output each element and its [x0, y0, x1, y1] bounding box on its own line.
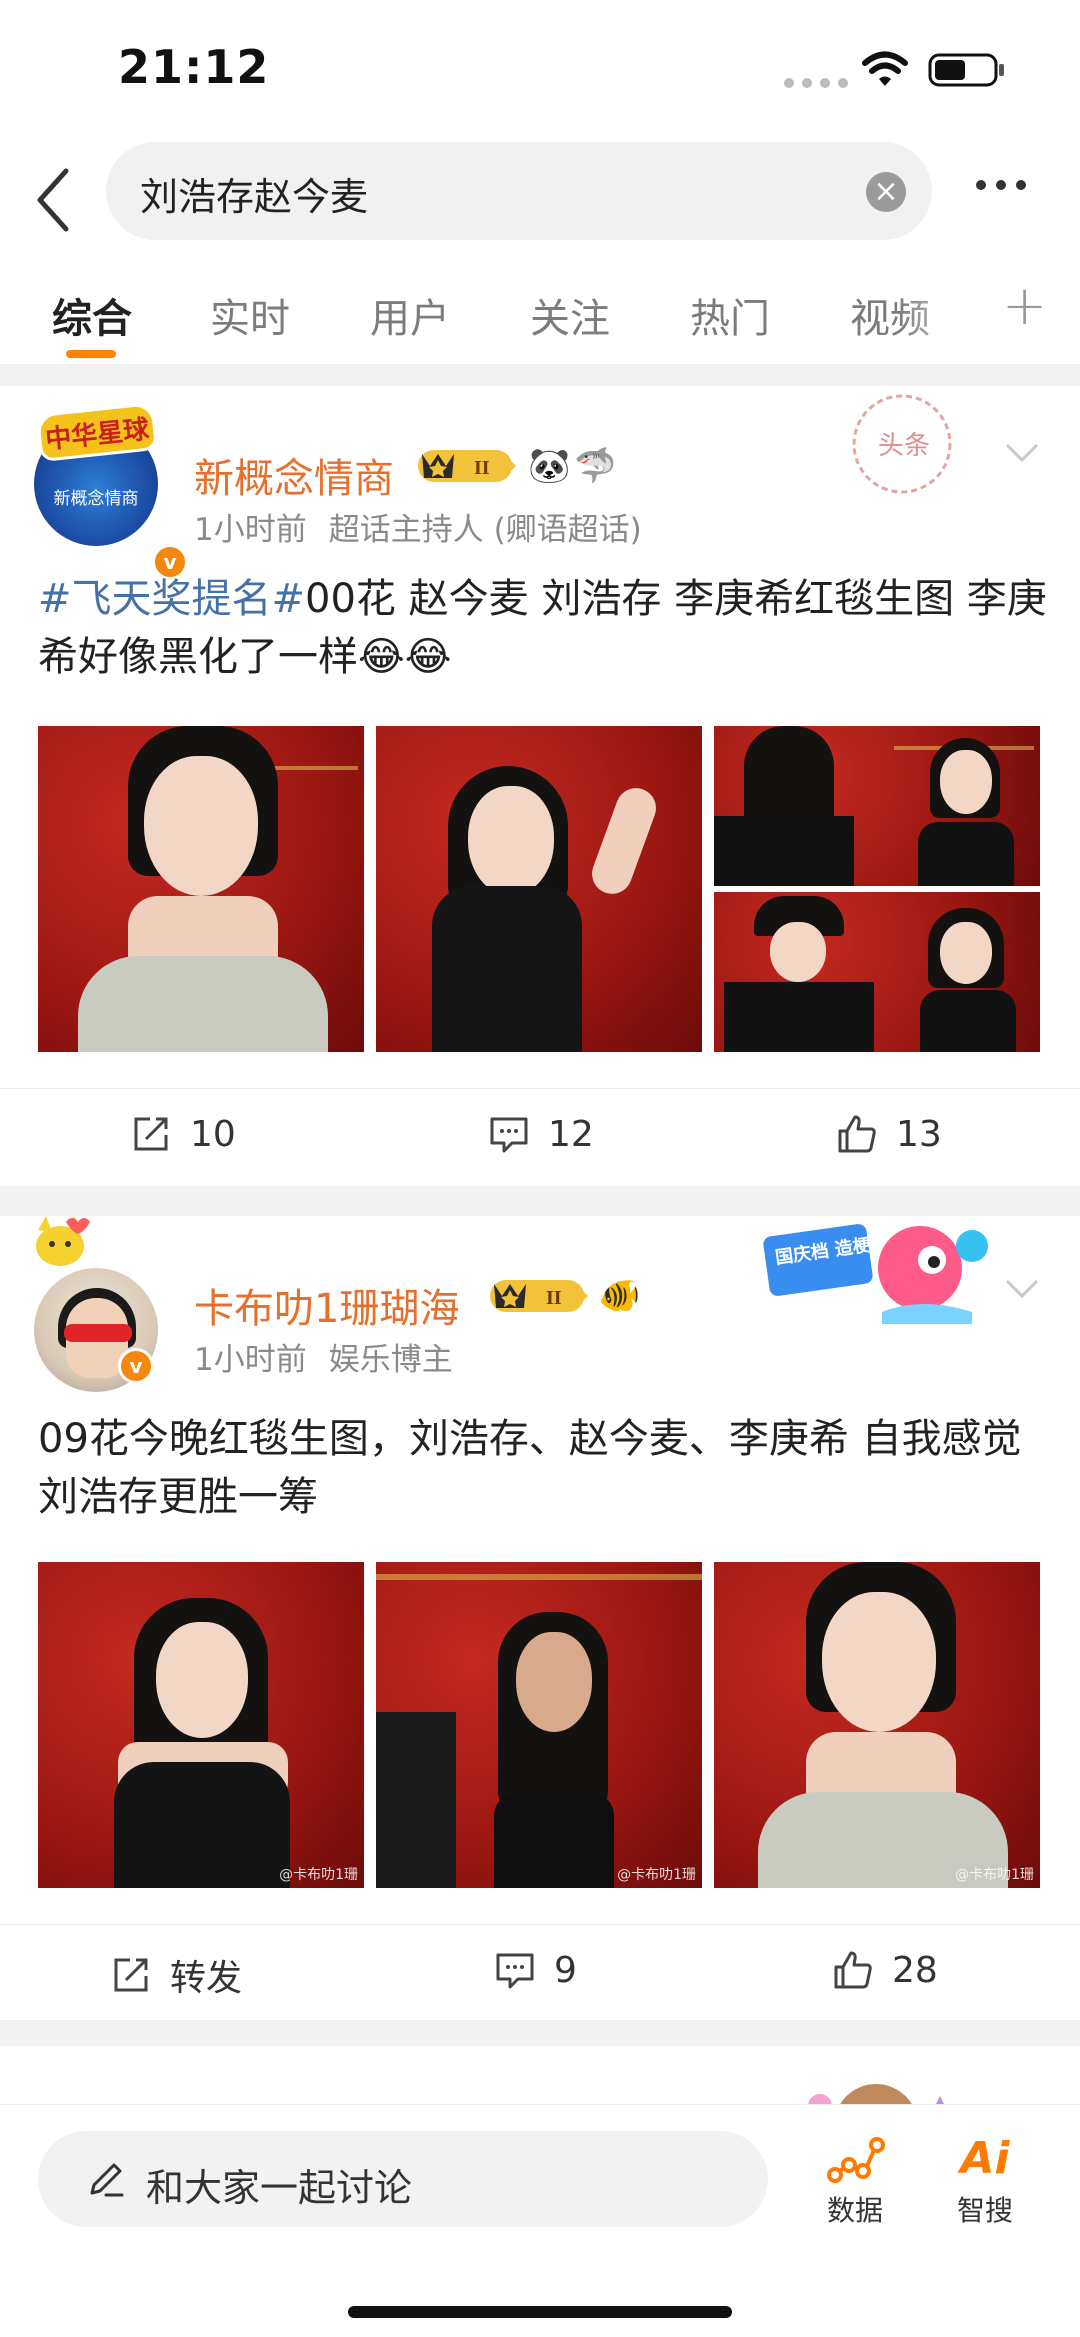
post-image[interactable] [714, 726, 1040, 886]
avatar[interactable]: 中华星球 新概念情商 v [34, 401, 188, 580]
chevron-down-icon[interactable] [1004, 442, 1040, 466]
tab-users[interactable]: 用户 [370, 286, 450, 344]
hashtag-link[interactable]: #飞天奖提名# [38, 576, 305, 622]
ai-icon: Ai [960, 2133, 1010, 2184]
battery-icon [928, 53, 1004, 87]
post-time: 1小时前 [194, 1342, 307, 1378]
user-name[interactable]: 卡布叻1珊瑚海 [194, 1276, 459, 1334]
clear-icon[interactable]: × [866, 172, 906, 212]
post-text: 09花今晚红毯生图，刘浩存、赵今麦、李庚希 自我感觉刘浩存更胜一筹 [38, 1416, 1022, 1520]
post-image[interactable] [376, 726, 702, 1052]
post-image[interactable] [714, 892, 1040, 1052]
active-tab-indicator [66, 350, 116, 358]
post-image[interactable] [38, 726, 364, 1052]
post-image[interactable]: @卡布叻1珊 [714, 1562, 1040, 1888]
headline-stamp-icon: 头条 [852, 394, 952, 494]
comment-icon [496, 1953, 534, 1989]
thumbs-up-icon [838, 1115, 876, 1153]
tab-hot[interactable]: 热门 [690, 286, 770, 344]
ai-search-label: 智搜 [956, 2194, 1013, 2227]
avatar-decoration-icon [36, 1216, 90, 1266]
post-actions: 10 12 13 [0, 1088, 1080, 1188]
tabs-fade [900, 260, 990, 360]
image-watermark: @卡布叻1珊 [279, 1867, 358, 1883]
data-label: 数据 [826, 2194, 883, 2227]
thumbs-up-icon [834, 1951, 872, 1989]
tab-following[interactable]: 关注 [530, 286, 610, 344]
stamp-label: 头条 [878, 431, 930, 461]
signal-icon [784, 78, 848, 88]
repost-label: 转发 [170, 1958, 243, 1999]
tab-comprehensive[interactable]: 综合 [52, 286, 132, 344]
post-image[interactable]: @卡布叻1珊 [376, 1562, 702, 1888]
wifi-icon [862, 51, 908, 86]
avatar-badge: 中华星球 [35, 401, 159, 463]
fish-icon: 🐠 [598, 1276, 641, 1316]
search-tabs: 综合 实时 用户 关注 热门 视频 + [0, 260, 1080, 364]
svg-text:II: II [546, 1287, 562, 1309]
like-button[interactable]: 13 [836, 1113, 942, 1155]
data-chart-icon [827, 2137, 885, 2183]
discussion-input[interactable]: 和大家一起讨论 [38, 2131, 768, 2227]
search-header: 刘浩存赵今麦 × [0, 140, 1080, 260]
status-time: 21:12 [118, 40, 270, 94]
comment-icon [490, 1117, 528, 1153]
vip-level-icon: II [490, 1280, 588, 1312]
panda-icon: 🐼 [528, 446, 571, 486]
post-card[interactable]: 中华星球 新概念情商 v 新概念情商 II 🐼 🦈 1小时前 超话主持人 (卿语超… [0, 386, 1080, 1186]
post-image[interactable]: @卡布叻1珊 [38, 1562, 364, 1888]
comment-button[interactable]: 9 [494, 1949, 577, 1991]
verified-icon: v [118, 1348, 154, 1384]
post-meta: 1小时前 娱乐博主 [194, 1334, 453, 1379]
shark-icon: 🦈 [574, 446, 617, 486]
promo-badge-icon: 国庆档 造梗高手 [763, 1224, 988, 1324]
like-count: 28 [892, 1949, 938, 1991]
post-meta: 1小时前 超话主持人 (卿语超话) [194, 504, 642, 549]
post-card[interactable]: v 卡布叻1珊瑚海 II 🐠 1小时前 娱乐博主 国庆档 造梗高手 09花今晚红毯… [0, 1216, 1080, 2020]
ai-search-button[interactable]: Ai 智搜 [930, 2131, 1040, 2229]
post-text: #飞天奖提名#00花 赵今麦 刘浩存 李庚希红毯生图 李庚希好像黑化了一样😂😂 [38, 570, 1048, 686]
avatar-text: 新概念情商 [53, 489, 139, 509]
chevron-down-icon[interactable] [1004, 1278, 1040, 1302]
search-input[interactable]: 刘浩存赵今麦 × [106, 142, 932, 240]
repost-button[interactable]: 10 [130, 1113, 236, 1155]
like-button[interactable]: 28 [832, 1949, 938, 1991]
status-bar: 21:12 [0, 0, 1080, 140]
user-role: 超话主持人 (卿语超话) [328, 512, 642, 548]
post-actions: 转发 9 28 [0, 1924, 1080, 2024]
svg-text:II: II [474, 457, 490, 479]
back-arrow-icon[interactable] [30, 165, 74, 235]
home-indicator [348, 2306, 732, 2318]
repost-count: 10 [190, 1113, 236, 1155]
comment-button[interactable]: 12 [488, 1113, 594, 1155]
tab-realtime[interactable]: 实时 [210, 286, 290, 344]
comment-count: 9 [554, 1949, 577, 1991]
add-tab-icon[interactable]: + [1002, 274, 1047, 337]
like-count: 13 [896, 1113, 942, 1155]
repost-button[interactable]: 转发 [110, 1949, 242, 2001]
share-icon [114, 1958, 148, 1992]
more-options-icon[interactable] [976, 180, 1026, 190]
discussion-placeholder: 和大家一起讨论 [146, 2166, 413, 2210]
post-time: 1小时前 [194, 512, 307, 548]
pen-icon [90, 2163, 124, 2197]
image-watermark: @卡布叻1珊 [955, 1867, 1034, 1883]
share-icon [134, 1117, 168, 1151]
data-button[interactable]: 数据 [800, 2131, 910, 2229]
search-query: 刘浩存赵今麦 [140, 175, 369, 219]
comment-count: 12 [548, 1113, 594, 1155]
user-name[interactable]: 新概念情商 [194, 446, 394, 504]
bottom-bar: 和大家一起讨论 数据 Ai 智搜 [0, 2104, 1080, 2337]
image-watermark: @卡布叻1珊 [617, 1867, 696, 1883]
user-role: 娱乐博主 [328, 1342, 453, 1378]
vip-level-icon: II [418, 450, 516, 482]
